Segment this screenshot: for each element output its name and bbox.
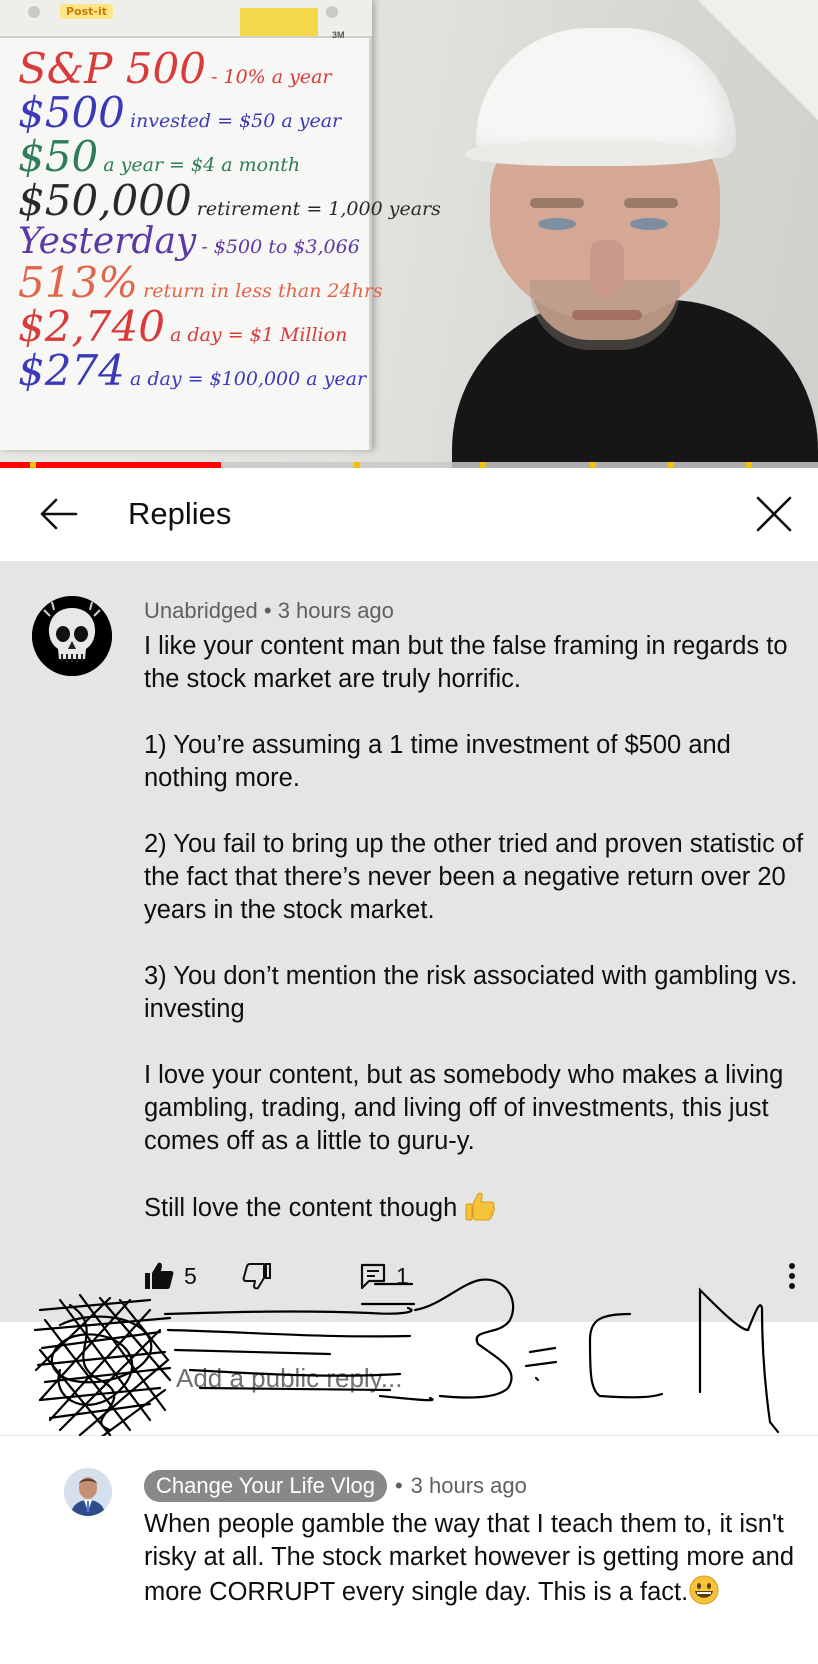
meta-separator: • [394, 1473, 403, 1498]
maker-logo: 3M [332, 30, 345, 40]
board-line-big: $50,000 [18, 176, 192, 225]
board-line: $274 a day = $100,000 a year [18, 350, 368, 392]
comment-paragraph: I like your content man but the false fr… [144, 632, 788, 693]
board-line-small: a year = $4 a month [103, 154, 301, 176]
close-icon [756, 496, 792, 532]
grommet-icon [28, 6, 40, 18]
more-vert-icon [789, 1263, 795, 1289]
person-avatar-icon [64, 1468, 112, 1516]
presenter-nose [590, 240, 624, 296]
board-line-big: $274 [18, 346, 125, 395]
board-line: Yesterday - $500 to $3,066 [18, 224, 368, 260]
video-player[interactable]: Post-it 3M S&P 500 - 10% a year $500 inv… [0, 0, 818, 468]
like-button[interactable]: 5 [144, 1252, 197, 1300]
reply-meta: Change Your Life Vlog • 3 hours ago [144, 1470, 527, 1502]
flip-chart-header: Post-it 3M [0, 0, 372, 40]
board-line-small: return in less than 24hrs [143, 280, 383, 302]
skull-avatar-icon [32, 596, 112, 676]
arrow-left-icon [40, 498, 78, 530]
close-button[interactable] [752, 492, 796, 536]
avatar[interactable] [64, 1468, 112, 1516]
reply-comment: Change Your Life Vlog • 3 hours ago When… [0, 1436, 818, 1664]
comment-paragraph: Still love the content though [144, 1194, 458, 1222]
board-line-small: retirement = 1,000 years [196, 198, 441, 220]
comment-paragraph: 3) You don’t mention the risk associated… [144, 962, 798, 1023]
board-line: 513% return in less than 24hrs [18, 262, 383, 304]
presenter-cap-brim [466, 140, 716, 166]
flip-chart: Post-it 3M S&P 500 - 10% a year $500 inv… [0, 0, 441, 450]
board-line: S&P 500 - 10% a year [18, 48, 368, 90]
comment-author[interactable]: Unabridged [144, 598, 258, 623]
meta-separator: • [263, 598, 272, 623]
board-line-small: a day = $100,000 a year [129, 368, 367, 390]
replies-header: Replies [0, 468, 818, 562]
thumbs-up-icon [145, 1262, 174, 1289]
board-line-small: - 10% a year [211, 66, 332, 88]
board-writing: S&P 500 - 10% a year $500 invested = $50… [18, 42, 441, 392]
reply-count-button[interactable]: 1 [360, 1252, 409, 1300]
board-line-big: $2,740 [18, 302, 165, 351]
reply-composer [0, 1322, 818, 1436]
presenter [430, 0, 818, 468]
post-it-pad-graphic [240, 8, 318, 36]
presenter-mouth [572, 310, 642, 320]
board-line: $50 a year = $4 a month [18, 136, 368, 178]
board-line: $50,000 retirement = 1,000 years [18, 180, 441, 222]
presenter-brow [530, 198, 584, 208]
comment-icon [360, 1263, 386, 1290]
post-it-logo: Post-it [60, 4, 114, 19]
comment-paragraph: 2) You fail to bring up the other tried … [144, 830, 804, 924]
comment-meta: Unabridged • 3 hours ago [144, 598, 394, 624]
comment-paragraph: 1) You’re assuming a 1 time investment o… [144, 731, 731, 792]
presenter-cap [476, 28, 736, 158]
creator-author-chip[interactable]: Change Your Life Vlog [144, 1470, 387, 1502]
thumbs-down-icon [242, 1263, 271, 1290]
presenter-eye [538, 218, 576, 230]
thumbs-up-emoji-icon [465, 1192, 496, 1221]
board-line: $500 invested = $50 a year [18, 92, 368, 134]
board-line-small: invested = $50 a year [129, 110, 342, 132]
comment-paragraph: I love your content, but as somebody who… [144, 1061, 784, 1155]
page-title: Replies [128, 496, 232, 531]
reply-body: When people gamble the way that I teach … [144, 1508, 800, 1609]
comment-time: 3 hours ago [277, 598, 394, 623]
board-line-big: Yesterday [18, 221, 197, 262]
comment-body: I like your content man but the false fr… [144, 630, 804, 1225]
board-line-big: S&P 500 [18, 44, 206, 93]
reply-count: 1 [396, 1262, 409, 1289]
comment-last-paragraph: Still love the content though [144, 1191, 804, 1225]
board-line-big: $500 [18, 88, 125, 137]
presenter-eye [630, 218, 668, 230]
grinning-face-emoji-icon [689, 1575, 719, 1605]
more-options-button[interactable] [780, 1252, 804, 1300]
board-line-small: - $500 to $3,066 [201, 236, 360, 258]
board-line-big: 513% [18, 258, 139, 307]
comment-actions: 5 1 [144, 1252, 804, 1300]
board-line-big: $50 [18, 132, 99, 181]
avatar[interactable] [32, 596, 112, 676]
back-button[interactable] [36, 492, 80, 536]
board-line-small: a day = $1 Million [170, 324, 348, 346]
board-line: $2,740 a day = $1 Million [18, 306, 368, 348]
reply-time: 3 hours ago [410, 1473, 527, 1498]
reply-input[interactable] [60, 1354, 580, 1402]
dislike-button[interactable] [242, 1252, 272, 1300]
parent-comment: Unabridged • 3 hours ago I like your con… [0, 562, 818, 1322]
like-count: 5 [184, 1262, 197, 1289]
presenter-brow [624, 198, 678, 208]
grommet-icon [326, 6, 338, 18]
